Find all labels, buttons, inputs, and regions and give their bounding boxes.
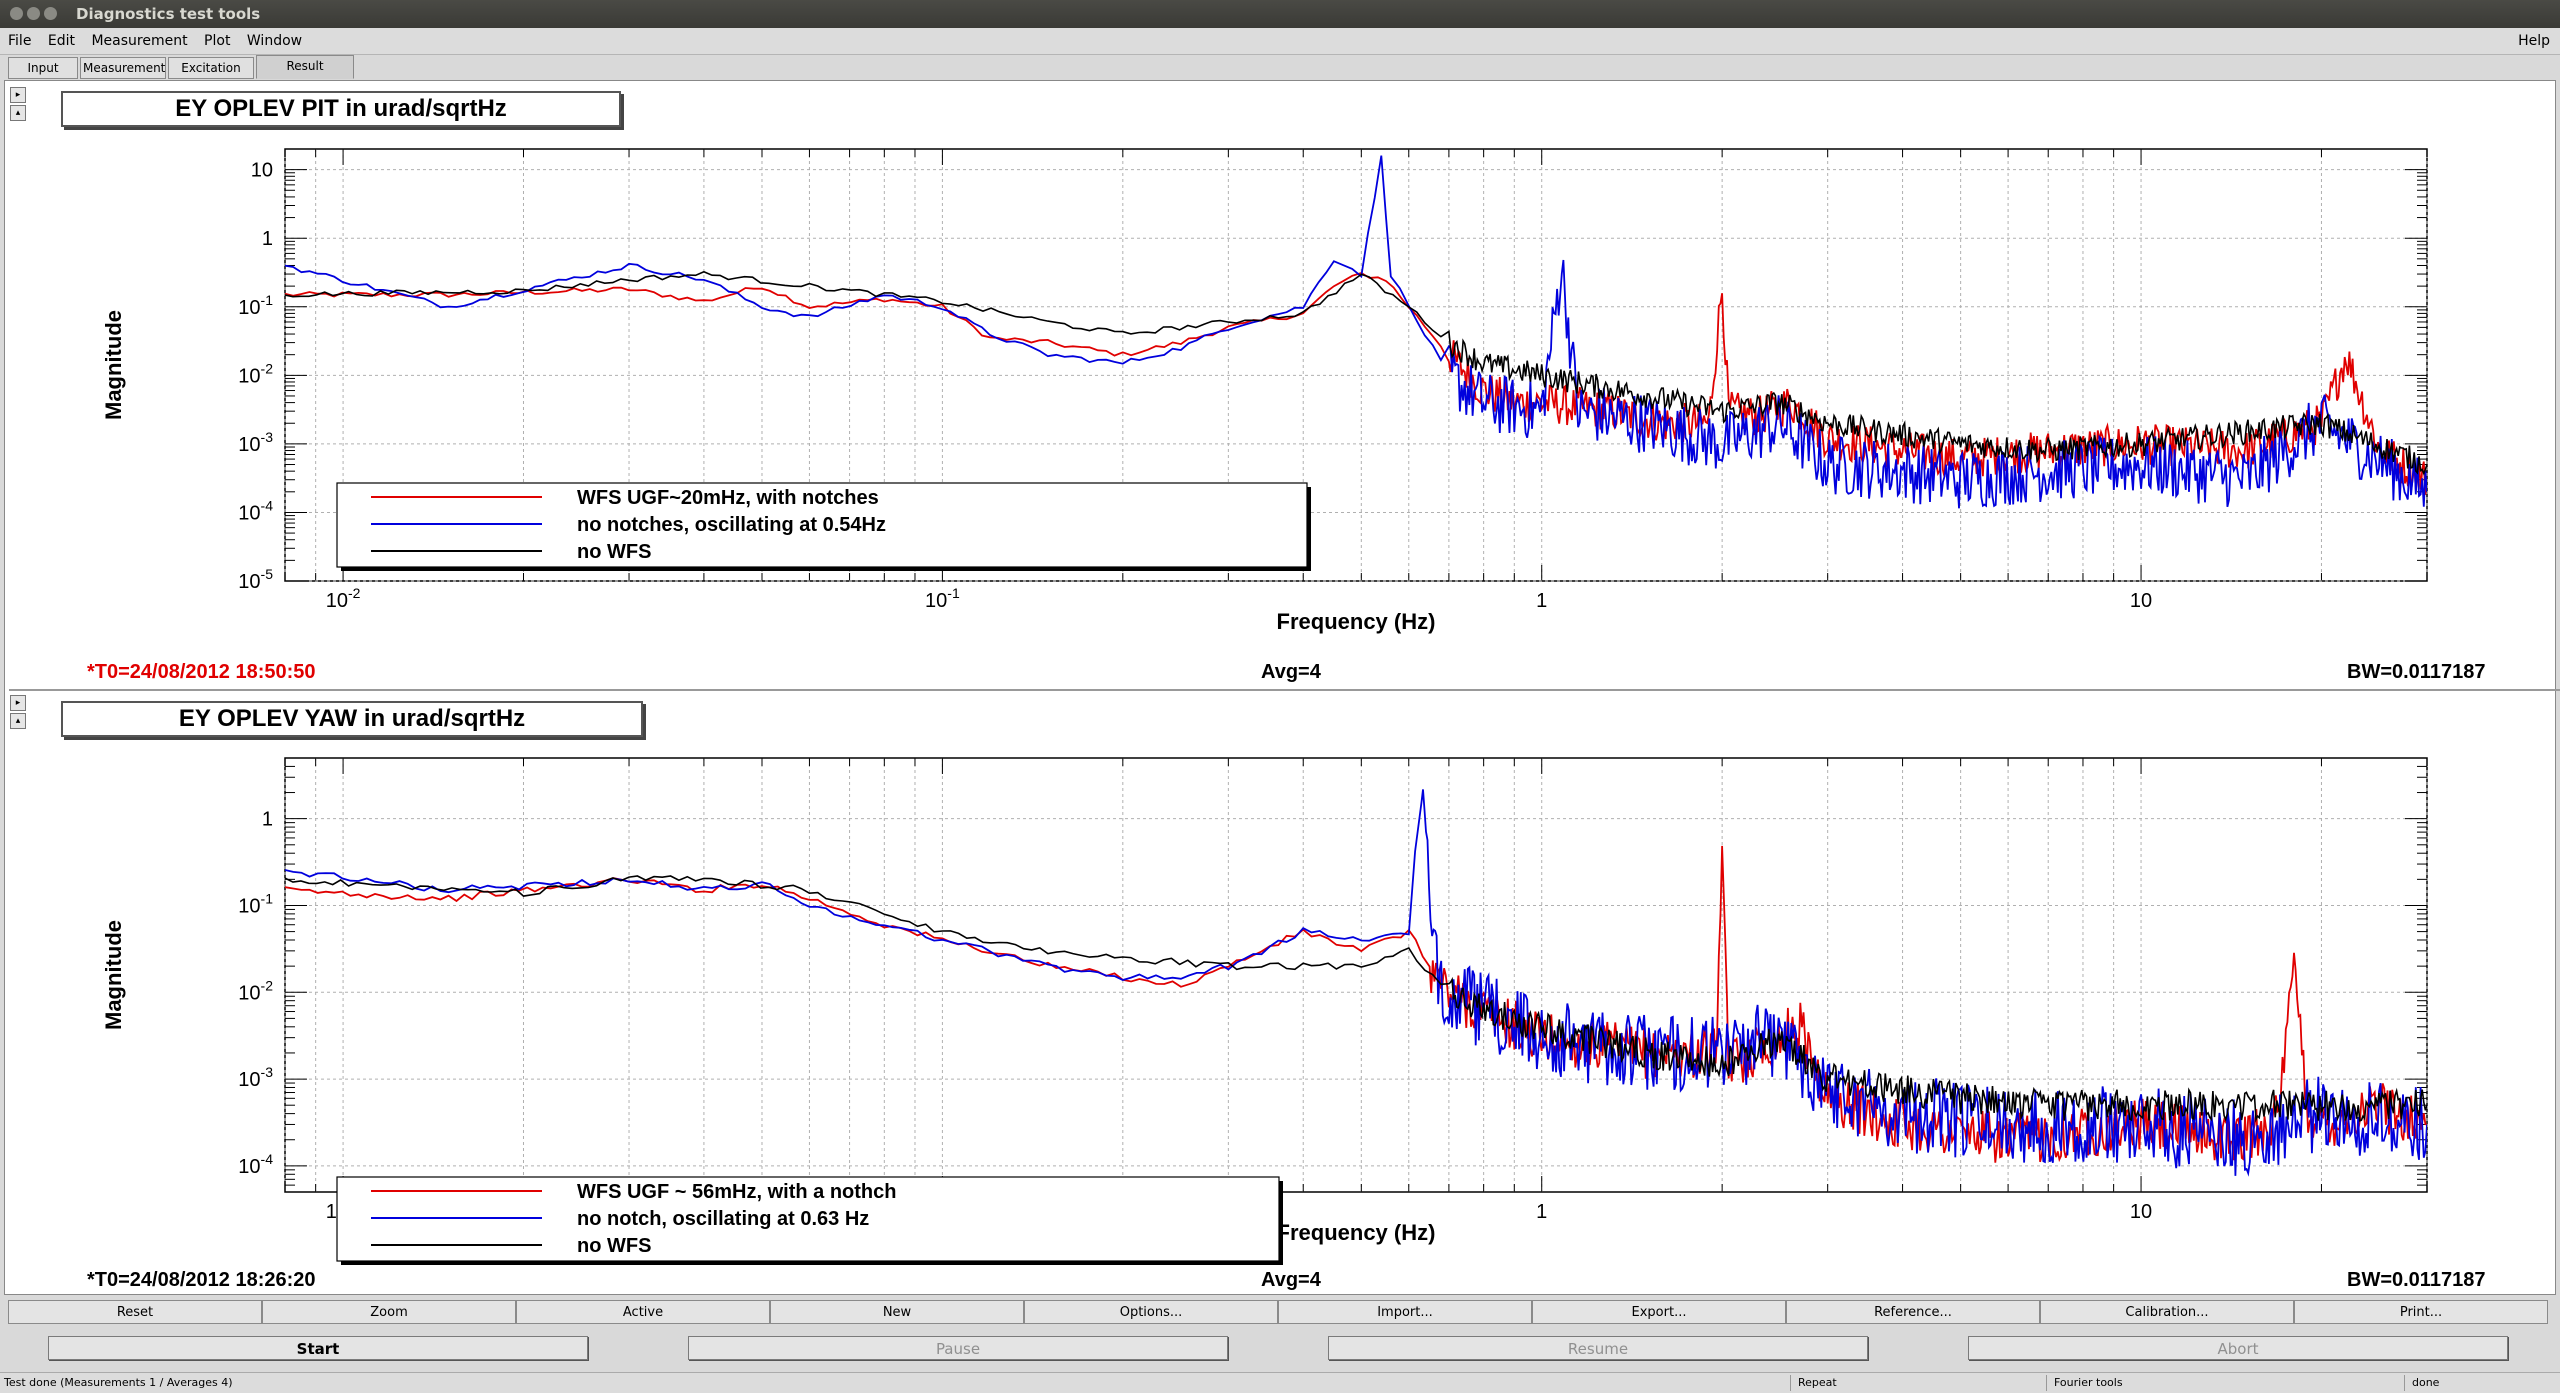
x-tick-label: 10	[2130, 590, 2152, 612]
menu-help[interactable]: Help	[2518, 28, 2550, 54]
bw-label-yaw: BW=0.0117187	[2347, 1269, 2486, 1291]
pause-button[interactable]: Pause	[688, 1336, 1228, 1360]
plot-panel-pit[interactable]: 10-2 10-1 1 10 10 1 10-1 10-2 10-3 10-4 10-5 Freque…	[29, 83, 2551, 685]
y-tick-label: 10-1	[238, 292, 273, 319]
x-axis-label: Frequency (Hz)	[1277, 1220, 1436, 1245]
legend: WFS UGF ~ 56mHz, with a nothch no notch, …	[336, 1176, 1283, 1265]
avg-label-yaw: Avg=4	[1261, 1269, 1321, 1291]
status-message: Test done (Measurements 1 / Averages 4)	[4, 1376, 233, 1389]
menu-window[interactable]: Window	[247, 28, 302, 54]
y-tick-label: 10-3	[238, 1064, 273, 1091]
tab-measurement[interactable]: Measurement	[80, 57, 166, 79]
y-tick-label: 10-2	[238, 977, 273, 1004]
bw-label-pit: BW=0.0117187	[2347, 661, 2486, 683]
resume-button[interactable]: Resume	[1328, 1336, 1868, 1360]
legend-label: WFS UGF ~ 56mHz, with a nothch	[577, 1181, 896, 1203]
legend-label: no notch, oscillating at 0.63 Hz	[577, 1208, 869, 1230]
t0-timestamp-pit: *T0=24/08/2012 18:50:50	[87, 661, 316, 683]
status-fourier: Fourier tools	[2054, 1376, 2123, 1389]
tab-result[interactable]: Result	[256, 55, 354, 79]
legend-label: no notches, oscillating at 0.54Hz	[577, 514, 886, 536]
options-button[interactable]: Options...	[1024, 1300, 1278, 1324]
zoom-button[interactable]: Zoom	[262, 1300, 516, 1324]
reference-button[interactable]: Reference...	[1786, 1300, 2040, 1324]
x-tick-label: 10-1	[925, 585, 960, 612]
calibration-button[interactable]: Calibration...	[2040, 1300, 2294, 1324]
y-tick-label: 10-4	[238, 497, 273, 524]
legend-label: WFS UGF~20mHz, with notches	[577, 487, 879, 509]
plot-area	[284, 757, 2428, 1193]
start-button[interactable]: Start	[48, 1336, 588, 1360]
x-tick-label: 10-2	[326, 585, 361, 612]
pad-expand-icon-2[interactable]: ▸	[10, 695, 26, 711]
x-axis-label: Frequency (Hz)	[1277, 609, 1436, 634]
close-window-button[interactable]	[10, 7, 23, 20]
abort-button[interactable]: Abort	[1968, 1336, 2508, 1360]
avg-label-pit: Avg=4	[1261, 661, 1321, 683]
y-axis-label: Magnitude	[101, 310, 126, 420]
legend-label: no WFS	[577, 1235, 651, 1257]
x-tick-label: 1	[1536, 1201, 1547, 1223]
pad-collapse-icon-2[interactable]: ▴	[10, 713, 26, 729]
y-tick-label: 1	[262, 228, 273, 250]
import-button[interactable]: Import...	[1278, 1300, 1532, 1324]
maximize-window-button[interactable]	[44, 7, 57, 20]
y-tick-label: 10-5	[238, 566, 273, 593]
print-button[interactable]: Print...	[2294, 1300, 2548, 1324]
y-tick-label: 1	[262, 809, 273, 831]
tab-strip: Input Measurement Excitation Result	[8, 55, 356, 79]
status-repeat: Repeat	[1798, 1376, 1837, 1389]
plot-toolbar: Reset Zoom Active New Options... Import.…	[8, 1300, 2556, 1326]
y-tick-label: 10-4	[238, 1151, 273, 1178]
plot-pit-canvas[interactable]: 10-2 10-1 1 10 10 1 10-1 10-2 10-3 10-4 10-5 Freque…	[29, 83, 2551, 685]
t0-timestamp-yaw: *T0=24/08/2012 18:26:20	[87, 1269, 316, 1291]
y-tick-label: 10	[251, 160, 273, 182]
window-title: Diagnostics test tools	[76, 5, 261, 23]
active-button[interactable]: Active	[516, 1300, 770, 1324]
tab-input[interactable]: Input	[8, 57, 78, 79]
export-button[interactable]: Export...	[1532, 1300, 1786, 1324]
menu-measurement[interactable]: Measurement	[91, 28, 187, 54]
plot-yaw-canvas[interactable]: 10-210-1110110-110-210-310-4Frequency (H…	[29, 693, 2551, 1293]
menu-plot[interactable]: Plot	[204, 28, 230, 54]
graph-title-yaw: EY OPLEV YAW in urad/sqrtHz	[61, 701, 643, 737]
status-bar: Test done (Measurements 1 / Averages 4) …	[0, 1372, 2560, 1393]
menu-bar: File Edit Measurement Plot Window Help	[0, 28, 2560, 55]
result-pane: ▸ ▴ ▸ ▴ 10-2 10-1 1 10 10 1 10-1 10-2 10-3 10-4 10…	[4, 80, 2560, 1295]
minimize-window-button[interactable]	[27, 7, 40, 20]
legend-label: no WFS	[577, 541, 651, 563]
plot-divider	[9, 689, 2560, 691]
window-titlebar: Diagnostics test tools	[0, 0, 2560, 28]
action-bar: Start Pause Resume Abort	[0, 1330, 2560, 1366]
menu-file[interactable]: File	[8, 28, 31, 54]
status-separator	[1790, 1375, 1791, 1391]
new-button[interactable]: New	[770, 1300, 1024, 1324]
plot-panel-yaw[interactable]: 10-210-1110110-110-210-310-4Frequency (H…	[29, 693, 2551, 1293]
status-separator	[2404, 1375, 2405, 1391]
y-axis-label: Magnitude	[101, 920, 126, 1030]
graph-title-pit: EY OPLEV PIT in urad/sqrtHz	[61, 91, 621, 127]
x-tick-label: 1	[1536, 590, 1547, 612]
y-tick-label: 10-3	[238, 429, 273, 456]
menu-edit[interactable]: Edit	[48, 28, 75, 54]
legend: WFS UGF~20mHz, with notches no notches, o…	[336, 482, 1311, 571]
x-tick-label: 10	[2130, 1201, 2152, 1223]
pad-collapse-icon-1[interactable]: ▴	[10, 105, 26, 121]
y-tick-label: 10-1	[238, 890, 273, 917]
tab-excitation[interactable]: Excitation	[168, 57, 254, 79]
pad-expand-icon-1[interactable]: ▸	[10, 87, 26, 103]
reset-button[interactable]: Reset	[8, 1300, 262, 1324]
plot-frame	[284, 757, 2428, 1193]
status-done: done	[2412, 1376, 2440, 1389]
status-separator	[2046, 1375, 2047, 1391]
y-tick-label: 10-2	[238, 360, 273, 387]
